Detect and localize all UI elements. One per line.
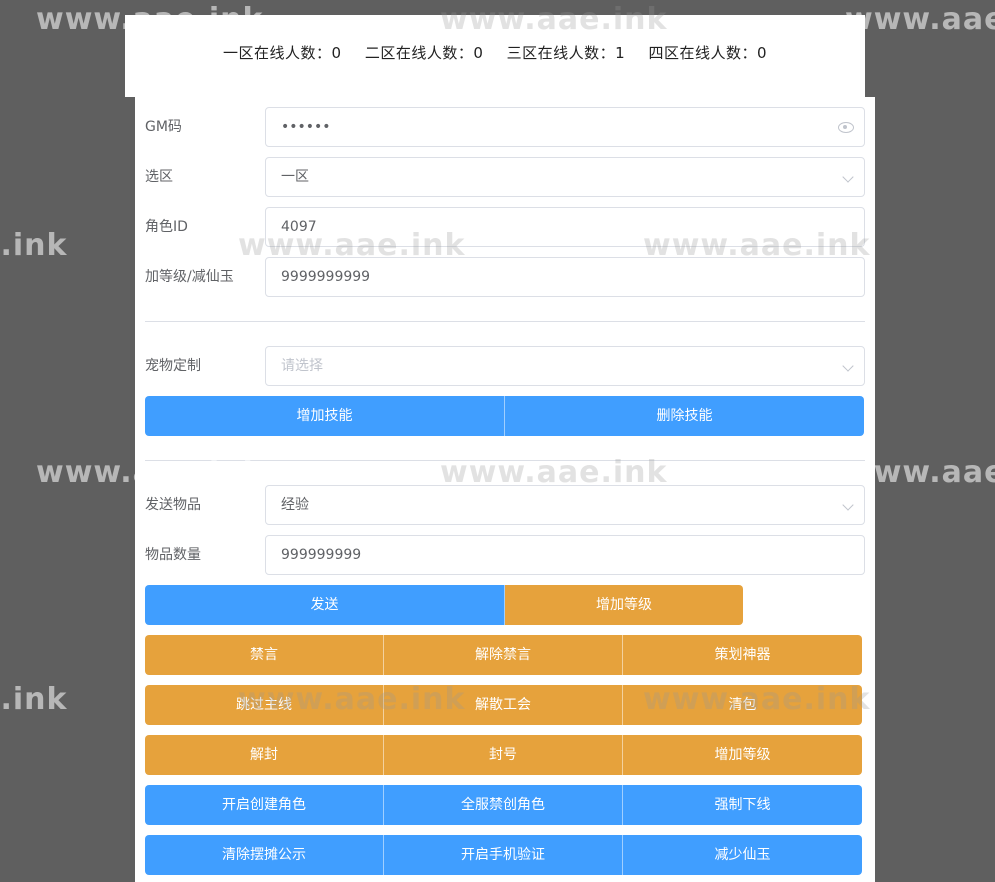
action-group-4: 开启创建角色 全服禁创角色 强制下线 [145, 785, 862, 825]
zone1-online-count: 一区在线人数：0 [222, 44, 342, 62]
clear-stall-notice-button[interactable]: 清除摆摊公示 [145, 835, 384, 875]
chevron-down-icon [842, 360, 854, 372]
watermark: www.aae.ink [0, 682, 68, 717]
zone-select[interactable]: 一区 [265, 157, 865, 197]
gm-code-value: •••••• [281, 119, 331, 135]
gm-code-input[interactable]: •••••• [265, 107, 865, 147]
item-label: 发送物品 [145, 497, 201, 513]
qty-label: 物品数量 [145, 547, 201, 563]
item-select[interactable]: 经验 [265, 485, 865, 525]
level-row: 加等级/减仙玉 9999999999 [145, 257, 865, 297]
gm-form-panel: GM码 •••••• 选区 一区 角色ID 4097 加等级/减仙玉 99999… [135, 97, 875, 882]
chevron-down-icon [842, 499, 854, 511]
remove-skill-button[interactable]: 删除技能 [505, 396, 864, 436]
action-group-3: 解封 封号 增加等级 [145, 735, 862, 775]
add-level-button-2[interactable]: 增加等级 [623, 735, 862, 775]
send-button-group: 发送 增加等级 [145, 585, 743, 625]
level-label: 加等级/减仙玉 [145, 269, 234, 285]
role-id-input[interactable]: 4097 [265, 207, 865, 247]
disband-guild-button[interactable]: 解散工会 [384, 685, 623, 725]
role-id-row: 角色ID 4097 [145, 207, 865, 247]
ban-button[interactable]: 封号 [384, 735, 623, 775]
skill-button-group: 增加技能 删除技能 [145, 396, 864, 436]
zone-row: 选区 一区 [145, 157, 865, 197]
role-id-value: 4097 [281, 219, 317, 235]
pet-placeholder: 请选择 [281, 358, 323, 374]
divider [145, 460, 865, 461]
zone4-online-count: 四区在线人数：0 [648, 44, 768, 62]
online-stats-panel: 一区在线人数：0 二区在线人数：0 三区在线人数：1 四区在线人数：0 [125, 15, 865, 97]
reduce-jade-button[interactable]: 减少仙玉 [623, 835, 862, 875]
online-stats: 一区在线人数：0 二区在线人数：0 三区在线人数：1 四区在线人数：0 [125, 42, 865, 63]
watermark: www.aae.ink [845, 2, 995, 37]
skip-main-quest-button[interactable]: 跳过主线 [145, 685, 384, 725]
action-group-1: 禁言 解除禁言 策划神器 [145, 635, 862, 675]
eye-icon[interactable] [838, 122, 854, 133]
zone3-online-count: 三区在线人数：1 [506, 44, 626, 62]
action-group-2: 跳过主线 解散工会 清包 [145, 685, 862, 725]
clear-bag-button[interactable]: 清包 [623, 685, 862, 725]
add-level-button[interactable]: 增加等级 [505, 585, 743, 625]
pet-row: 宠物定制 请选择 [145, 346, 865, 386]
disable-create-role-button[interactable]: 全服禁创角色 [384, 785, 623, 825]
action-group-5: 清除摆摊公示 开启手机验证 减少仙玉 [145, 835, 862, 875]
enable-phone-verify-button[interactable]: 开启手机验证 [384, 835, 623, 875]
gm-code-label: GM码 [145, 119, 182, 135]
qty-value: 999999999 [281, 547, 362, 563]
send-button[interactable]: 发送 [145, 585, 505, 625]
level-input[interactable]: 9999999999 [265, 257, 865, 297]
qty-input[interactable]: 999999999 [265, 535, 865, 575]
zone2-online-count: 二区在线人数：0 [364, 44, 484, 62]
item-row: 发送物品 经验 [145, 485, 865, 525]
zone-label: 选区 [145, 169, 173, 185]
role-id-label: 角色ID [145, 219, 188, 235]
unmute-button[interactable]: 解除禁言 [384, 635, 623, 675]
force-offline-button[interactable]: 强制下线 [623, 785, 862, 825]
unban-button[interactable]: 解封 [145, 735, 384, 775]
pet-select[interactable]: 请选择 [265, 346, 865, 386]
qty-row: 物品数量 999999999 [145, 535, 865, 575]
level-value: 9999999999 [281, 269, 371, 285]
zone-value: 一区 [281, 169, 309, 185]
enable-create-role-button[interactable]: 开启创建角色 [145, 785, 384, 825]
gm-code-row: GM码 •••••• [145, 107, 865, 147]
watermark: www.aae.ink [0, 228, 68, 263]
item-value: 经验 [281, 497, 309, 513]
chevron-down-icon [842, 171, 854, 183]
mute-button[interactable]: 禁言 [145, 635, 384, 675]
planner-artifact-button[interactable]: 策划神器 [623, 635, 862, 675]
divider [145, 321, 865, 322]
add-skill-button[interactable]: 增加技能 [145, 396, 505, 436]
pet-label: 宠物定制 [145, 358, 201, 374]
